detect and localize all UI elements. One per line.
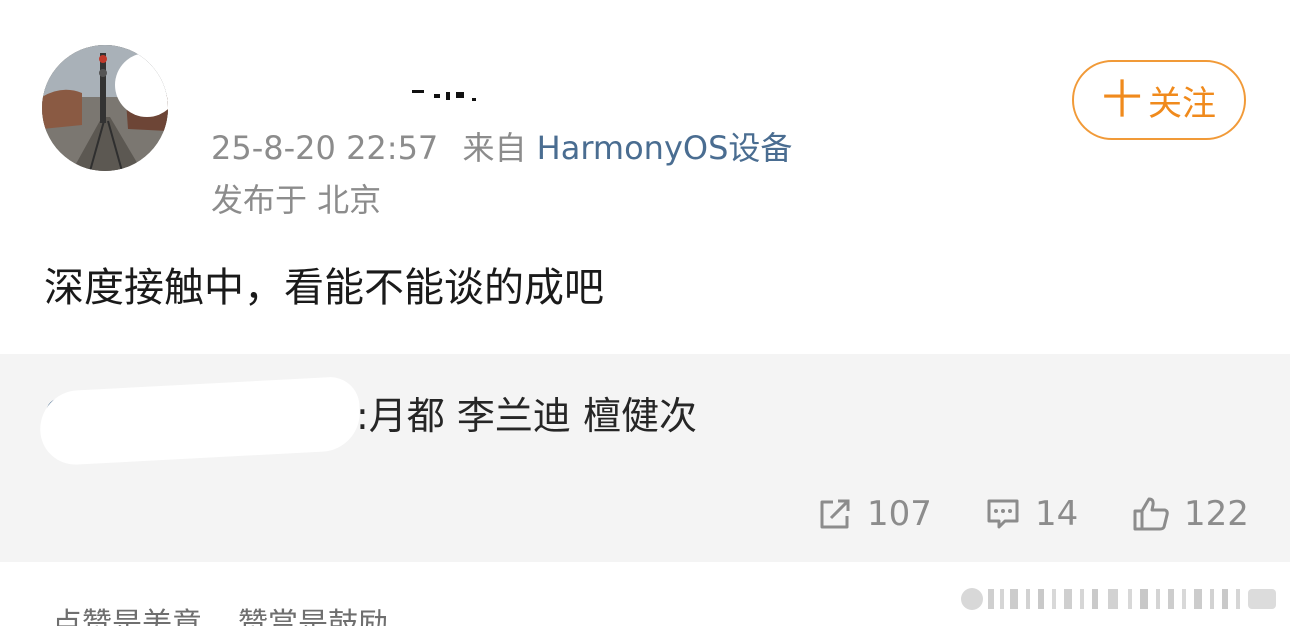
post-meta: 25-8-20 22:57 来自 HarmonyOS设备: [211, 128, 792, 168]
avatar-image: [42, 45, 168, 171]
avatar[interactable]: [42, 45, 168, 171]
reward-tip: 点赞是美意 赞赏是鼓励: [52, 605, 424, 626]
follow-button[interactable]: 十 关注: [1072, 60, 1246, 140]
like-count: 122: [1184, 494, 1249, 534]
post-date: 25-8-20 22:57: [211, 129, 439, 167]
source-prefix: 来自: [462, 129, 527, 167]
repost-button[interactable]: 107: [817, 492, 932, 536]
repost-icon: [820, 499, 850, 529]
comment-button[interactable]: 14: [985, 492, 1078, 536]
thumbs-up-icon: [1133, 497, 1169, 531]
repost-count: 107: [867, 494, 932, 534]
post-location: 发布于 北京: [211, 181, 382, 219]
post-content: 深度接触中，看能不能谈的成吧: [44, 265, 604, 311]
reward-tip-reward: 赞赏是鼓励: [238, 607, 388, 626]
reward-avatars-strip[interactable]: [958, 586, 1280, 612]
post-source[interactable]: HarmonyOS设备: [537, 129, 793, 167]
comment-count: 14: [1035, 494, 1079, 534]
username-redacted[interactable]: [410, 86, 480, 102]
follow-label: 关注: [1148, 83, 1216, 124]
retweet-text: :月都 李兰迪 檀健次: [356, 394, 697, 438]
comment-icon: [987, 499, 1019, 529]
reward-tip-like: 点赞是美意: [52, 607, 202, 626]
like-button[interactable]: 122: [1132, 492, 1249, 536]
plus-icon: 十: [1102, 77, 1142, 123]
